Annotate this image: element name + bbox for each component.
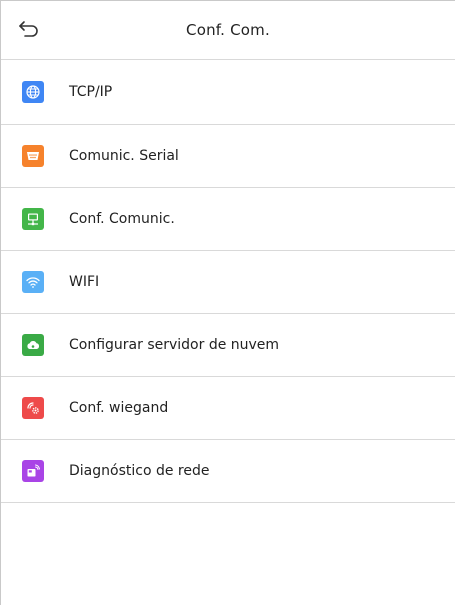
page-title: Conf. Com. [186, 21, 270, 39]
comm-settings-screen: Conf. Com. TCP/IP Comunic. Serial Conf. … [0, 0, 455, 605]
menu-item-tcp-ip[interactable]: TCP/IP [1, 60, 455, 125]
menu-item-network-diagnosis[interactable]: Diagnóstico de rede [1, 440, 455, 503]
globe-icon [22, 81, 44, 103]
monitor-network-icon [22, 208, 44, 230]
menu-item-comm-config[interactable]: Conf. Comunic. [1, 188, 455, 251]
header-bar: Conf. Com. [1, 1, 455, 60]
return-arrow-icon [19, 21, 38, 37]
menu-item-label: WIFI [69, 274, 100, 290]
network-diagnosis-icon [22, 460, 44, 482]
wiegand-gear-icon [22, 397, 44, 419]
settings-menu: TCP/IP Comunic. Serial Conf. Comunic. WI… [1, 60, 455, 503]
menu-item-wiegand[interactable]: Conf. wiegand [1, 377, 455, 440]
menu-item-label: Comunic. Serial [69, 148, 179, 164]
menu-item-wifi[interactable]: WIFI [1, 251, 455, 314]
menu-item-label: Configurar servidor de nuvem [69, 337, 280, 353]
menu-item-cloud-server[interactable]: Configurar servidor de nuvem [1, 314, 455, 377]
serial-port-icon [22, 145, 44, 167]
wifi-icon [22, 271, 44, 293]
menu-item-label: Diagnóstico de rede [69, 463, 210, 479]
menu-item-label: TCP/IP [69, 84, 113, 100]
cloud-icon [22, 334, 44, 356]
menu-item-label: Conf. wiegand [69, 400, 169, 416]
menu-item-label: Conf. Comunic. [69, 211, 175, 227]
back-button[interactable] [15, 15, 43, 43]
menu-item-serial-comm[interactable]: Comunic. Serial [1, 125, 455, 188]
